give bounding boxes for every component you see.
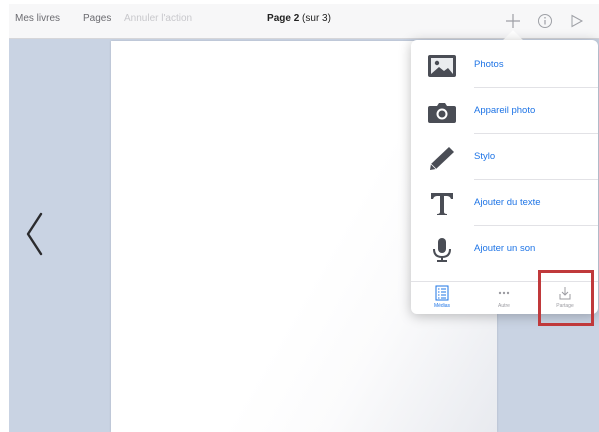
menu-item-camera[interactable]: Appareil photo bbox=[411, 88, 598, 134]
app-window: Mes livres Pages Annuler l'action Page 2… bbox=[9, 4, 599, 432]
more-icon bbox=[498, 291, 510, 295]
menu-item-pen[interactable]: Stylo bbox=[411, 134, 598, 180]
menu-item-label: Appareil photo bbox=[474, 105, 536, 116]
page-title: Page 2 (sur 3) bbox=[229, 13, 369, 24]
photos-icon bbox=[425, 51, 459, 81]
menu-item-label: Ajouter du texte bbox=[474, 197, 541, 208]
my-books-button[interactable]: Mes livres bbox=[15, 13, 60, 24]
pen-icon bbox=[425, 143, 459, 173]
tab-label: Autre bbox=[498, 303, 510, 309]
media-list-icon bbox=[435, 285, 449, 301]
menu-item-label: Photos bbox=[474, 59, 504, 70]
share-highlight-box bbox=[538, 270, 594, 326]
page-count: (sur 3) bbox=[299, 13, 331, 24]
play-icon bbox=[571, 14, 584, 28]
tab-media[interactable]: Médias bbox=[417, 285, 467, 309]
menu-item-label: Ajouter un son bbox=[474, 243, 536, 254]
plus-icon bbox=[506, 14, 520, 28]
previous-page-button[interactable] bbox=[17, 204, 53, 264]
menu-item-add-text[interactable]: Ajouter du texte bbox=[411, 180, 598, 226]
text-icon bbox=[425, 189, 459, 219]
tab-label: Médias bbox=[433, 303, 451, 309]
tab-other[interactable]: Autre bbox=[479, 285, 529, 309]
info-icon bbox=[538, 14, 552, 28]
menu-item-label: Stylo bbox=[474, 151, 496, 162]
pages-button[interactable]: Pages bbox=[83, 13, 111, 24]
add-button[interactable] bbox=[502, 10, 524, 32]
info-button[interactable] bbox=[534, 10, 556, 32]
play-button[interactable] bbox=[566, 10, 588, 32]
undo-button[interactable]: Annuler l'action bbox=[124, 13, 192, 24]
camera-icon bbox=[425, 97, 459, 127]
microphone-icon bbox=[425, 235, 459, 265]
page-number: Page 2 bbox=[267, 13, 300, 24]
menu-item-add-sound[interactable]: Ajouter un son bbox=[411, 226, 598, 272]
menu-item-photos[interactable]: Photos bbox=[411, 42, 598, 88]
